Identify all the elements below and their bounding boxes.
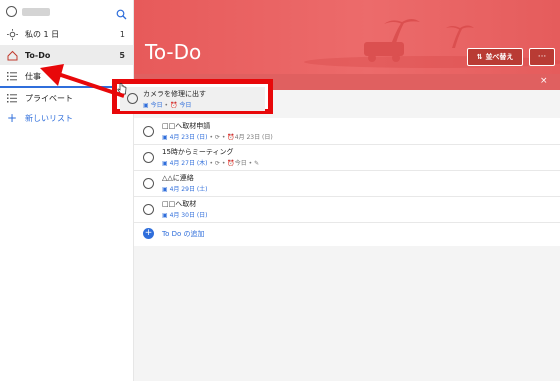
annotation-arrow bbox=[40, 64, 125, 98]
